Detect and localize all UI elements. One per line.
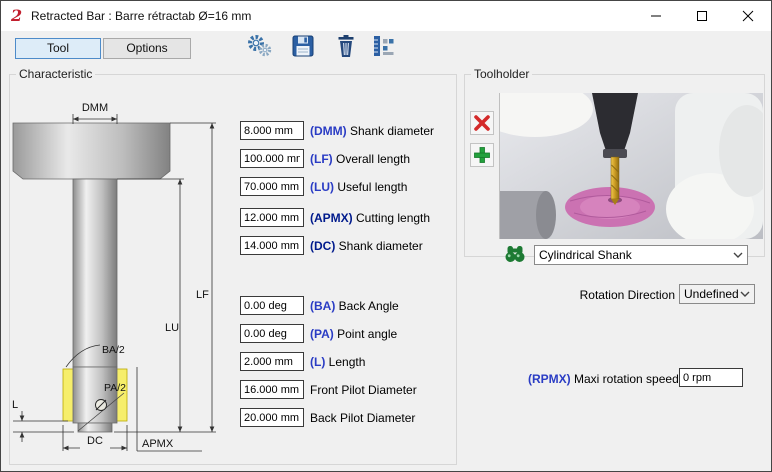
- diagram-label-dc: DC: [87, 435, 103, 447]
- back-pilot-input[interactable]: [240, 408, 304, 427]
- delete-button[interactable]: [332, 32, 360, 60]
- maximize-icon: [696, 10, 708, 22]
- app-logo-icon: 2: [11, 7, 27, 25]
- characteristic-title: Characteristic: [16, 67, 95, 81]
- param-label: Shank diameter: [350, 124, 434, 138]
- toolholder-render: [500, 93, 763, 239]
- dmm-input[interactable]: [240, 121, 304, 140]
- l-input[interactable]: [240, 352, 304, 371]
- dc-input[interactable]: [240, 236, 304, 255]
- param-code: (PA): [310, 327, 334, 341]
- settings-button[interactable]: [245, 32, 273, 60]
- lf-input[interactable]: [240, 149, 304, 168]
- binoculars-icon: [504, 244, 526, 264]
- minimize-icon: [650, 10, 662, 22]
- diagram-label-ba2: BA/2: [102, 344, 125, 356]
- settings-gears-icon: [246, 33, 272, 59]
- delete-trash-icon: [333, 33, 359, 59]
- lu-input[interactable]: [240, 177, 304, 196]
- browse-toolholder-button[interactable]: [503, 242, 527, 266]
- diagram-label-lu: LU: [165, 322, 179, 334]
- chevron-down-icon: [733, 252, 743, 258]
- shank-type-value: Cylindrical Shank: [539, 248, 733, 262]
- param-code: (DMM): [310, 124, 347, 138]
- diagram-label-apmx: APMX: [142, 438, 174, 450]
- param-label: Length: [329, 355, 366, 369]
- toolholder-title: Toolholder: [471, 67, 532, 81]
- diagram-label-l: L: [12, 399, 18, 411]
- minimize-button[interactable]: [633, 1, 679, 31]
- param-code: (BA): [310, 299, 335, 313]
- diagram-label-dmm: DMM: [82, 102, 108, 114]
- rotation-direction-label: Rotation Direction: [541, 288, 675, 302]
- shank-type-dropdown[interactable]: Cylindrical Shank: [534, 245, 748, 265]
- characteristic-group: Characteristic: [9, 67, 457, 465]
- param-label: Cutting length: [356, 211, 430, 225]
- toolholder-preview-image: [499, 93, 762, 239]
- remove-toolholder-button[interactable]: [470, 111, 494, 135]
- rpmx-code: (RPMX): [528, 372, 571, 386]
- param-code: (LF): [310, 152, 333, 166]
- param-code: (DC): [310, 239, 335, 253]
- close-icon: [742, 10, 754, 22]
- param-code: (APMX): [310, 211, 353, 225]
- param-label: Point angle: [337, 327, 397, 341]
- param-label: Back Angle: [339, 299, 399, 313]
- window-title: Retracted Bar : Barre rétractab Ø=16 mm: [31, 9, 251, 23]
- titlebar[interactable]: 2 Retracted Bar : Barre rétractab Ø=16 m…: [1, 1, 771, 31]
- tool-gauge-button[interactable]: [369, 32, 397, 60]
- tool-diagram: DMM LF LU APMX DC L: [10, 99, 242, 471]
- param-label: Back Pilot Diameter: [310, 411, 415, 425]
- front-pilot-input[interactable]: [240, 380, 304, 399]
- ba-input[interactable]: [240, 296, 304, 315]
- param-code: (LU): [310, 180, 334, 194]
- add-plus-icon: [473, 146, 491, 164]
- param-label: Overall length: [336, 152, 410, 166]
- add-toolholder-button[interactable]: [470, 143, 494, 167]
- save-icon: [290, 33, 316, 59]
- param-label: Useful length: [337, 180, 407, 194]
- rpmx-input[interactable]: [679, 368, 743, 387]
- rpmx-label: (RPMX) Maxi rotation speed: [528, 372, 679, 386]
- save-button[interactable]: [289, 32, 317, 60]
- apmx-input[interactable]: [240, 208, 304, 227]
- param-label: Front Pilot Diameter: [310, 383, 417, 397]
- pa-input[interactable]: [240, 324, 304, 343]
- rotation-direction-dropdown[interactable]: Undefined: [679, 284, 755, 304]
- rotation-direction-value: Undefined: [684, 287, 740, 301]
- chevron-down-icon: [740, 291, 750, 297]
- tool-gauge-icon: [370, 33, 396, 59]
- param-label: Shank diameter: [339, 239, 423, 253]
- toolholder-group: Toolholder: [464, 67, 765, 257]
- param-code: (L): [310, 355, 325, 369]
- remove-x-icon: [473, 114, 491, 132]
- close-button[interactable]: [725, 1, 771, 31]
- tool-definition-window: 2 Retracted Bar : Barre rétractab Ø=16 m…: [0, 0, 772, 472]
- diagram-label-lf: LF: [196, 289, 209, 301]
- tab-options[interactable]: Options: [103, 38, 191, 59]
- diagram-label-pa2: PA/2: [104, 382, 126, 394]
- rpmx-text: Maxi rotation speed: [574, 372, 679, 386]
- tab-tool[interactable]: Tool: [15, 38, 101, 59]
- maximize-button[interactable]: [679, 1, 725, 31]
